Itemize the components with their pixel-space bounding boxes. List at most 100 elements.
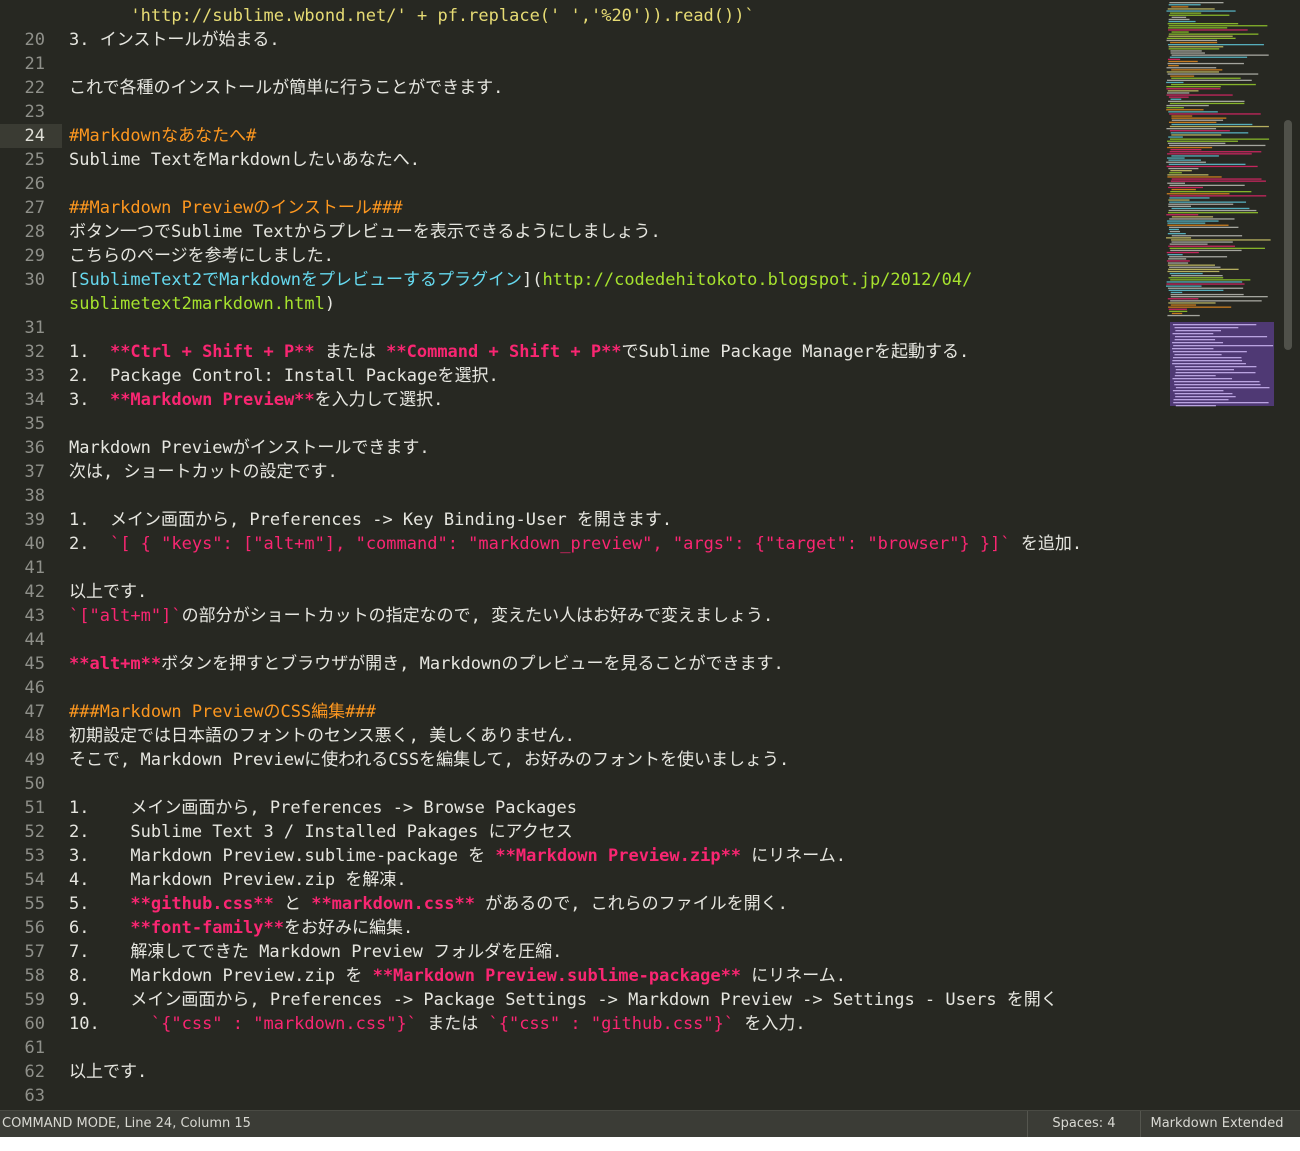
code-line[interactable]: 50: [0, 772, 79, 796]
code-line[interactable]: 44: [0, 628, 69, 652]
line-number: 54: [24, 870, 45, 890]
code-token: 10.: [69, 1014, 151, 1034]
code-line[interactable]: 26: [0, 172, 69, 196]
line-number: 27: [24, 198, 45, 218]
code-line[interactable]: 59 9. メイン画面から, Preferences -> Package Set…: [0, 988, 1058, 1012]
line-number: 62: [24, 1062, 45, 1082]
code-token: の部分がショートカットの指定なので, 変えたい人はお好みで変えましょう.: [181, 606, 774, 626]
code-line[interactable]: 20 3. インストールが始まる.: [0, 28, 280, 52]
code-token: 3.: [69, 390, 110, 410]
code-line[interactable]: 38: [0, 484, 69, 508]
code-line[interactable]: 51 1. メイン画面から, Preferences -> Browse Pack…: [0, 796, 577, 820]
code-line[interactable]: 28 ボタン一つでSublime Textからプレビューを表示できるようにしましょ…: [0, 220, 671, 244]
code-line[interactable]: 36 Markdown Previewがインストールできます.: [0, 436, 440, 460]
line-number: 42: [24, 582, 45, 602]
code-token: 7. 解凍してできた Markdown Preview フォルダを圧縮.: [69, 942, 563, 962]
code-line[interactable]: 48 初期設定では日本語のフォントのセンス悪く, 美しくありません.: [0, 724, 585, 748]
code-token: ボタン一つでSublime Textからプレビューを表示できるようにしましょう.: [69, 222, 671, 242]
code-token: 1.: [69, 342, 110, 362]
code-line[interactable]: 40 2. `[ { "keys": ["alt+m"], "command": …: [0, 532, 1083, 556]
line-number: 25: [24, 150, 45, 170]
code-token: 1. メイン画面から, Preferences -> Key Binding-U…: [69, 510, 673, 530]
code-line[interactable]: 30 [SublimeText2でMarkdownをプレビューするプラグイン](h…: [0, 268, 973, 292]
code-line[interactable]: 37 次は, ショートカットの設定です.: [0, 460, 338, 484]
code-line[interactable]: 63: [0, 1084, 69, 1108]
code-line[interactable]: 43 `["alt+m"]`の部分がショートカットの指定なので, 変えたい人はお好…: [0, 604, 774, 628]
code-line[interactable]: 25 Sublime TextをMarkdownしたいあなたへ.: [0, 148, 430, 172]
code-token: **Markdown Preview.sublime-package**: [372, 966, 742, 986]
code-line[interactable]: 52 2. Sublime Text 3 / Installed Pakages …: [0, 820, 573, 844]
code-line[interactable]: 47 ###Markdown PreviewのCSS編集###: [0, 700, 376, 724]
code-token: 次は, ショートカットの設定です.: [69, 462, 338, 482]
code-token: と: [273, 894, 312, 914]
code-line[interactable]: 22 これで各種のインストールが簡単に行うことができます.: [0, 76, 504, 100]
line-number: 53: [24, 846, 45, 866]
code-line[interactable]: 23: [0, 100, 69, 124]
code-line[interactable]: 55 5. **github.css** と **markdown.css** が…: [0, 892, 788, 916]
code-line[interactable]: 41: [0, 556, 69, 580]
code-line[interactable]: 49 そこで, Markdown Previewに使われるCSSを編集して, お好…: [0, 748, 800, 772]
line-number: 40: [24, 534, 45, 554]
code-token: **Ctrl + Shift + P**: [109, 342, 315, 362]
code-token: 2. Sublime Text 3 / Installed Pakages にア…: [69, 822, 573, 842]
line-number: 57: [24, 942, 45, 962]
code-line[interactable]: 24 #Markdownなあなたへ#: [0, 124, 257, 148]
code-line[interactable]: 42 以上です.: [0, 580, 148, 604]
code-line[interactable]: 46: [0, 676, 69, 700]
code-line[interactable]: 53 3. Markdown Preview.sublime-package を …: [0, 844, 847, 868]
code-line[interactable]: 45 **alt+m**ボタンを押すとブラウザが開き, Markdownのプレビュ…: [0, 652, 784, 676]
scrollbar-thumb[interactable]: [1284, 120, 1292, 350]
line-number: 34: [24, 390, 45, 410]
code-token: 以上です.: [69, 582, 148, 602]
code-line[interactable]: 39 1. メイン画面から, Preferences -> Key Binding…: [0, 508, 673, 532]
line-number: 29: [24, 246, 45, 266]
code-token: `{"css" : "github.css"}`: [488, 1014, 735, 1034]
code-token: ###Markdown PreviewのCSS編集###: [69, 702, 376, 722]
code-token: `[ { "keys": ["alt+m"], "command": "mark…: [109, 534, 1011, 554]
code-line[interactable]: 29 こちらのページを参考にしました.: [0, 244, 344, 268]
code-token: `["alt+m"]`: [69, 606, 182, 626]
status-indentation[interactable]: Spaces: 4: [1027, 1111, 1140, 1137]
code-line[interactable]: 60 10. `{"css" : "markdown.css"}` または `{"…: [0, 1012, 806, 1036]
code-token: 5.: [69, 894, 131, 914]
minimap[interactable]: [1162, 0, 1280, 420]
line-number: 36: [24, 438, 45, 458]
line-number: 58: [24, 966, 45, 986]
code-line[interactable]: 57 7. 解凍してできた Markdown Preview フォルダを圧縮.: [0, 940, 563, 964]
code-line[interactable]: 31: [0, 316, 69, 340]
code-token: 8. Markdown Preview.zip を: [69, 966, 373, 986]
line-number: 30: [24, 270, 45, 290]
code-line[interactable]: 61: [0, 1036, 69, 1060]
line-number: 22: [24, 78, 45, 98]
code-line[interactable]: 56 6. **font-family**をお好みに編集.: [0, 916, 414, 940]
code-line[interactable]: sublimetext2markdown.html): [0, 292, 335, 316]
code-line[interactable]: 58 8. Markdown Preview.zip を **Markdown P…: [0, 964, 847, 988]
code-line[interactable]: 32 1. **Ctrl + Shift + P** または **Command …: [0, 340, 970, 364]
code-line[interactable]: 54 4. Markdown Preview.zip を解凍.: [0, 868, 407, 892]
code-token: **github.css**: [130, 894, 274, 914]
code-token: **Markdown Preview**: [109, 390, 315, 410]
line-number: 35: [24, 414, 45, 434]
code-line[interactable]: 35: [0, 412, 69, 436]
code-token: sublimetext2markdown.html: [69, 294, 325, 314]
status-syntax[interactable]: Markdown Extended: [1140, 1111, 1293, 1137]
code-line[interactable]: 34 3. **Markdown Preview**を入力して選択.: [0, 388, 444, 412]
editor-pane[interactable]: 'http://sublime.wbond.net/' + pf.replace…: [0, 0, 1300, 1110]
code-line[interactable]: 62 以上です.: [0, 1060, 157, 1084]
code-line[interactable]: 33 2. Package Control: Install Packageを選択…: [0, 364, 499, 388]
code-line[interactable]: 'http://sublime.wbond.net/' + pf.replace…: [0, 4, 754, 28]
line-number: 32: [24, 342, 45, 362]
code-token: 初期設定では日本語のフォントのセンス悪く, 美しくありません.: [69, 726, 586, 746]
line-number: 51: [24, 798, 45, 818]
line-number: 46: [24, 678, 45, 698]
code-line[interactable]: 27 ##Markdown Previewのインストール###: [0, 196, 403, 220]
line-number: 38: [24, 486, 45, 506]
line-number: 23: [24, 102, 45, 122]
code-token: にリネーム.: [741, 966, 847, 986]
code-line[interactable]: 21: [0, 52, 69, 76]
code-token: にリネーム.: [741, 846, 847, 866]
code-token: 以上です.: [69, 1062, 158, 1082]
code-token: 9. メイン画面から, Preferences -> Package Setti…: [69, 990, 1058, 1010]
line-number: 20: [24, 30, 45, 50]
